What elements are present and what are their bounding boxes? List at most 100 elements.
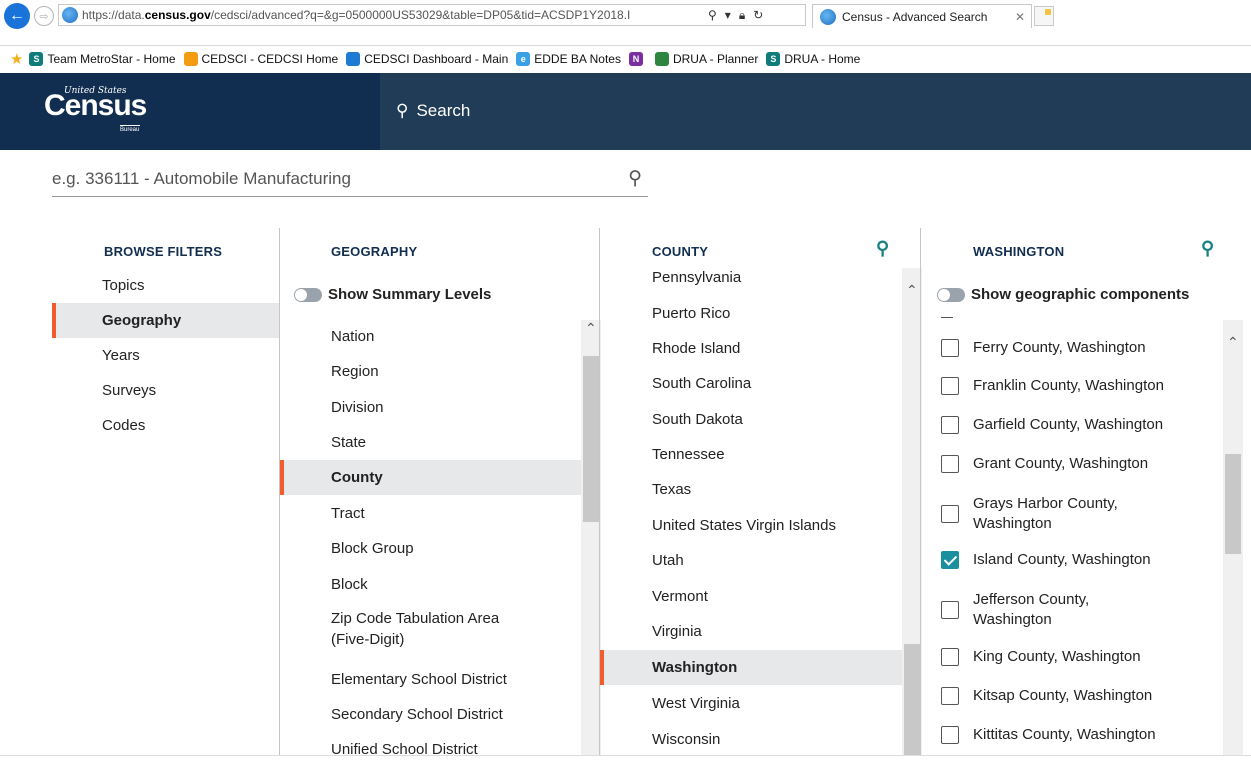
checkbox[interactable] xyxy=(941,416,959,434)
county-item[interactable]: Utah xyxy=(600,549,902,571)
summary-levels-toggle[interactable] xyxy=(294,287,322,302)
county-checkbox-item[interactable]: Franklin County, Washington xyxy=(941,376,1164,396)
county-checkbox-item[interactable]: Ferry County, Washington xyxy=(941,338,1146,358)
close-icon[interactable]: ✕ xyxy=(1015,10,1025,24)
favorites-bar: ★ S Team MetroStar - Home CEDSCI - CEDCSI… xyxy=(0,48,868,70)
county-checkbox-item-island[interactable]: Island County, Washington xyxy=(941,550,1151,570)
search-icon[interactable]: ⚲ xyxy=(876,238,889,259)
county-item[interactable]: South Dakota xyxy=(600,408,902,430)
favorite-link[interactable]: N xyxy=(628,52,647,66)
favorite-link[interactable]: DRUA - Planner xyxy=(654,52,758,66)
checkbox[interactable] xyxy=(941,648,959,666)
favorites-star-icon[interactable]: ★ xyxy=(10,50,23,68)
filter-geography[interactable]: Geography xyxy=(52,303,279,338)
scroll-thumb[interactable] xyxy=(1225,454,1241,554)
scroll-up-icon[interactable]: ⌃ xyxy=(906,282,918,299)
lock-icon[interactable]: 🔒︎ xyxy=(739,8,745,23)
address-search-icon[interactable]: ⚲ xyxy=(708,8,717,23)
geo-item[interactable]: Division xyxy=(280,396,581,418)
search-icon[interactable]: ⚲ xyxy=(1201,238,1214,259)
search-input[interactable] xyxy=(52,163,612,195)
checkbox[interactable] xyxy=(941,505,959,523)
county-item-washington[interactable]: Washington xyxy=(600,650,902,685)
browser-toolbar: ← ⇨ https://data.census.gov/cedsci/advan… xyxy=(0,0,1251,68)
filter-surveys[interactable]: Surveys xyxy=(52,373,279,408)
new-tab-icon[interactable] xyxy=(1034,6,1054,26)
onenote-icon: N xyxy=(628,52,643,66)
county-checkbox-item[interactable]: Grant County, Washington xyxy=(941,454,1148,474)
county-scrollbar[interactable]: ⌃ xyxy=(902,268,922,767)
geo-item[interactable]: State xyxy=(280,431,581,453)
favorite-link[interactable]: S Team MetroStar - Home xyxy=(29,52,176,66)
county-item[interactable]: Vermont xyxy=(600,585,902,607)
geo-item[interactable]: Block xyxy=(280,573,581,595)
checkbox[interactable] xyxy=(941,377,959,395)
scroll-up-icon[interactable]: ⌃ xyxy=(1227,334,1239,351)
header-search-link[interactable]: ⚲ Search xyxy=(396,101,470,121)
county-item[interactable]: Puerto Rico xyxy=(600,302,902,324)
county-checkbox-item[interactable]: King County, Washington xyxy=(941,647,1141,667)
checkbox[interactable] xyxy=(941,726,959,744)
county-item[interactable]: Texas xyxy=(600,478,902,500)
geo-item[interactable]: Zip Code Tabulation Area (Five-Digit) xyxy=(280,608,520,652)
favorite-link[interactable]: S DRUA - Home xyxy=(766,52,860,66)
summary-levels-toggle-row: Show Summary Levels xyxy=(294,286,491,303)
checkbox[interactable] xyxy=(941,601,959,619)
search-icon[interactable]: ⚲ xyxy=(628,167,642,190)
geography-scrollbar[interactable]: ⌃ xyxy=(581,320,601,767)
filter-codes[interactable]: Codes xyxy=(52,408,279,443)
geo-item-county[interactable]: County xyxy=(280,460,581,495)
filter-topics[interactable]: Topics xyxy=(52,268,279,303)
geo-item[interactable]: Nation xyxy=(280,325,581,347)
checkbox[interactable] xyxy=(941,339,959,357)
county-checkbox-item[interactable]: Grays Harbor County, Washington xyxy=(941,494,1161,534)
county-panel: COUNTY ⚲ Pennsylvania Puerto Rico Rhode … xyxy=(600,228,922,767)
sharepoint-icon: S xyxy=(29,52,44,66)
dropdown-icon[interactable]: ▾ xyxy=(725,8,731,23)
favorite-link[interactable]: CEDSCI - CEDCSI Home xyxy=(183,52,338,66)
favorite-link[interactable]: e EDDE BA Notes xyxy=(516,52,621,66)
checkbox-checked[interactable] xyxy=(941,551,959,569)
county-item[interactable]: Rhode Island xyxy=(600,337,902,359)
geographic-components-toggle[interactable] xyxy=(937,287,965,302)
divider xyxy=(941,317,953,318)
tab-census-advanced-search[interactable]: Census - Advanced Search ✕ xyxy=(812,4,1032,28)
horizontal-scrollbar[interactable] xyxy=(0,755,1251,767)
scroll-thumb[interactable] xyxy=(904,644,920,767)
checkbox[interactable] xyxy=(941,455,959,473)
address-bar[interactable]: https://data.census.gov/cedsci/advanced?… xyxy=(58,4,806,26)
county-item[interactable]: Tennessee xyxy=(600,443,902,465)
county-checkbox-item[interactable]: Garfield County, Washington xyxy=(941,415,1163,435)
geo-item[interactable]: Block Group xyxy=(280,537,581,559)
county-item[interactable]: Wisconsin xyxy=(600,728,902,750)
census-logo[interactable]: United States Census Bureau xyxy=(0,73,380,150)
back-arrow-icon[interactable]: ← xyxy=(4,3,30,29)
county-item[interactable]: West Virginia xyxy=(600,692,902,714)
url-text[interactable]: https://data.census.gov/cedsci/advanced?… xyxy=(82,8,702,22)
refresh-icon[interactable]: ↻ xyxy=(753,8,763,23)
geo-item[interactable]: Tract xyxy=(280,502,581,524)
county-checkbox-item[interactable]: Jefferson County, Washington xyxy=(941,590,1141,630)
filter-years[interactable]: Years xyxy=(52,338,279,373)
geo-item[interactable]: Secondary School District xyxy=(280,703,581,725)
search-icon: ⚲ xyxy=(396,101,409,120)
checkbox[interactable] xyxy=(941,687,959,705)
county-item[interactable]: United States Virgin Islands xyxy=(600,514,902,536)
county-item[interactable]: Virginia xyxy=(600,620,902,642)
washington-scrollbar[interactable]: ⌃ xyxy=(1223,320,1243,767)
scroll-up-icon[interactable]: ⌃ xyxy=(585,320,597,337)
county-item[interactable]: South Carolina xyxy=(600,372,902,394)
county-item[interactable]: Pennsylvania xyxy=(600,266,902,288)
forward-arrow-icon[interactable]: ⇨ xyxy=(34,6,54,26)
scroll-thumb[interactable] xyxy=(583,356,599,522)
county-checkbox-item[interactable]: Kittitas County, Washington xyxy=(941,725,1156,745)
dashboard-icon xyxy=(346,52,361,66)
county-heading: COUNTY xyxy=(652,244,709,259)
geography-panel: GEOGRAPHY Show Summary Levels Nation Reg… xyxy=(280,228,601,767)
geo-item[interactable]: Elementary School District xyxy=(280,668,581,690)
favorite-link[interactable]: CEDSCI Dashboard - Main xyxy=(346,52,508,66)
ie-icon: e xyxy=(516,52,531,66)
geo-item[interactable]: Region xyxy=(280,360,581,382)
planner-icon xyxy=(654,52,669,66)
county-checkbox-item[interactable]: Kitsap County, Washington xyxy=(941,686,1152,706)
